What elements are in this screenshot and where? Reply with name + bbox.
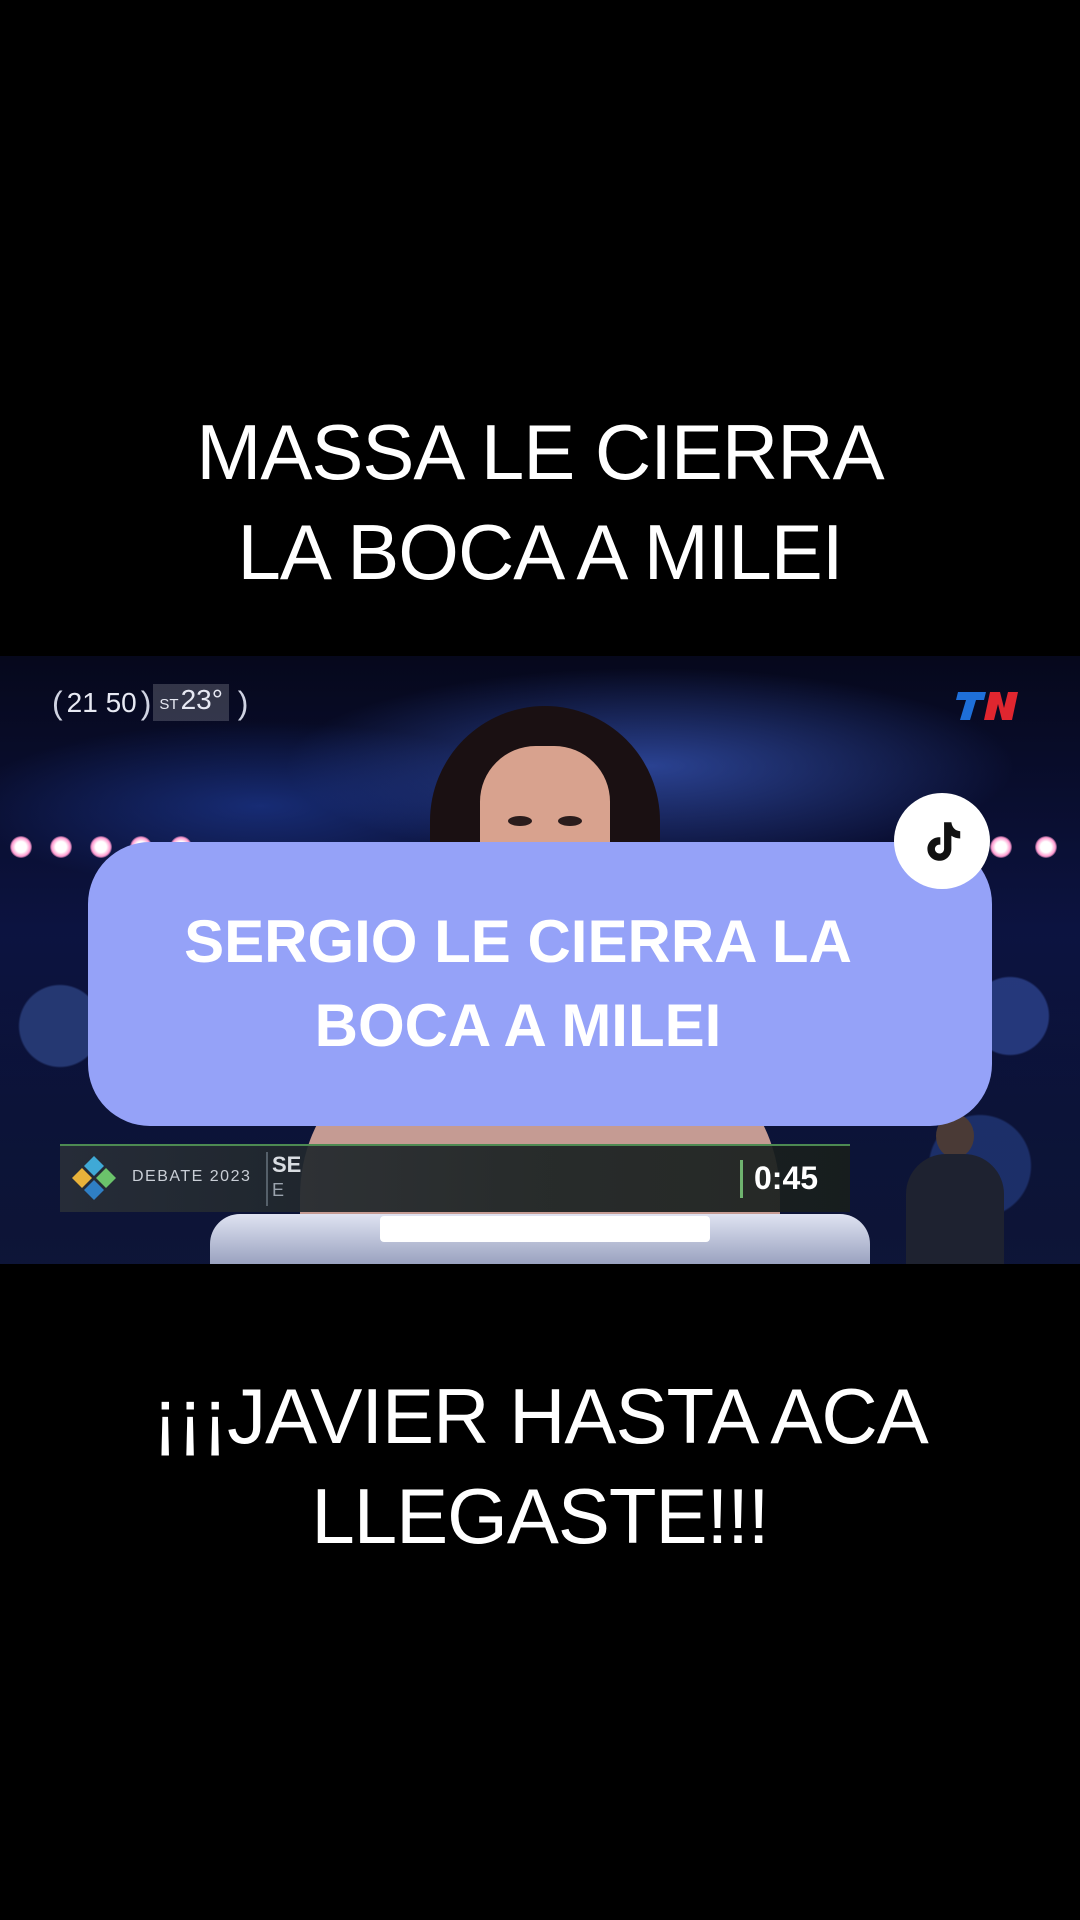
temperature-box: ST 23° [153,684,229,721]
tn-logo-icon [956,692,1018,720]
paren-close-2: ) [228,684,249,721]
stage-light [90,836,112,858]
debate-logo-icon [72,1156,116,1200]
debate-label: DEBATE 2023 [132,1168,252,1185]
top-caption: MASSA LE CIERRA LA BOCA A MILEI [0,402,1080,602]
podium-top [380,1216,710,1242]
stage-light [990,836,1012,858]
lower-third-divider [266,1152,268,1206]
temperature-value: 23° [180,684,223,715]
stage-light [50,836,72,858]
speaker-name: SE [272,1152,302,1177]
broadcast-time: 21 50 [66,686,137,718]
temperature-prefix: ST [159,696,179,713]
bottom-caption-line-2: LLEGASTE!!! [311,1472,769,1560]
tiktok-icon [927,822,961,861]
bubble-line-2: BOCA A MILEI [314,992,722,1059]
lower-third-banner: DEBATE 2023 SE E 0:45 [60,1144,850,1212]
stage-light [10,836,32,858]
tiktok-badge[interactable] [894,793,990,889]
timer-bar [740,1160,743,1198]
stage-light [1035,836,1057,858]
top-caption-line-2: LA BOCA A MILEI [237,508,843,596]
presenter-eye [558,816,582,826]
presenter-eye [508,816,532,826]
bottom-caption-line-1: ¡¡¡JAVIER HASTA ACA [152,1372,929,1460]
countdown-timer: 0:45 [754,1160,819,1196]
paren-close: ) [140,684,152,721]
paren-open: ( [52,684,63,721]
sign-language-interpreter [900,1114,1010,1264]
interpreter-torso [906,1154,1004,1264]
speaker-subtitle: E [272,1180,285,1200]
bubble-line-1: SERGIO LE CIERRA LA [184,908,852,975]
bubble-text: SERGIO LE CIERRA LA BOCA A MILEI [88,900,948,1068]
time-temperature-overlay: ( 21 50 ) ST 23° ) [52,684,248,721]
bottom-caption: ¡¡¡JAVIER HASTA ACA LLEGASTE!!! [0,1366,1080,1566]
top-caption-line-1: MASSA LE CIERRA [196,408,884,496]
caption-bubble: SERGIO LE CIERRA LA BOCA A MILEI [88,842,992,1126]
